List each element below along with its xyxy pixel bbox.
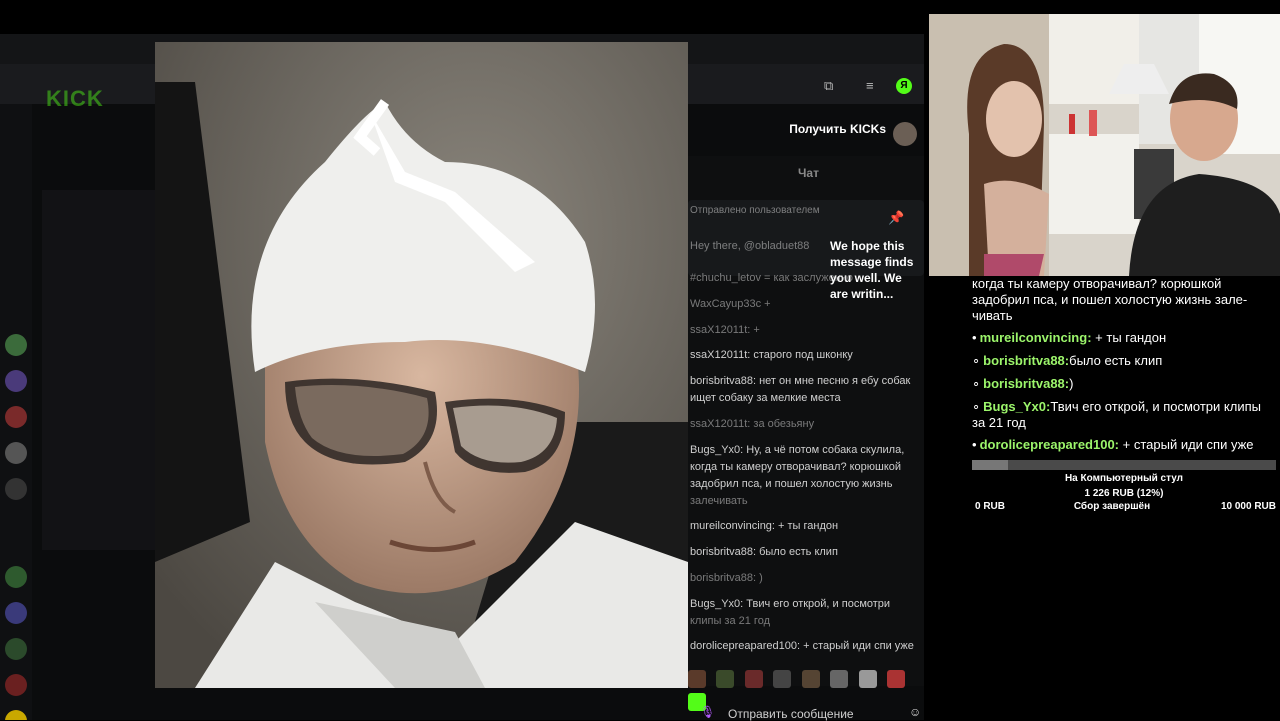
emote-icon[interactable] — [801, 670, 820, 688]
overlay-chat-username: borisbritva88: — [983, 376, 1070, 391]
sidebar-channel-avatar[interactable] — [5, 602, 27, 624]
chat-message: dorolicepreapared100: + старый иди спи у… — [690, 640, 914, 652]
sidebar-channel-avatar[interactable] — [5, 478, 27, 500]
chat-message: ssaX12011t: старого под шконку — [690, 349, 853, 361]
chat-message: Bugs_Yx0: Ну, а чё потом собака скулила, — [690, 444, 905, 456]
webcam-overlay-man — [155, 42, 688, 688]
chat-message: mureilconvincing: + ты гандон — [690, 520, 839, 532]
chat-message: borisbritva88: ) — [690, 572, 763, 584]
sidebar-channel-avatar[interactable] — [5, 406, 27, 428]
goal-progress-track — [972, 460, 1276, 470]
bullet-icon: • — [972, 437, 977, 452]
sidebar-channel-avatar[interactable] — [5, 566, 27, 588]
microphone-icon[interactable]: 🎙 — [700, 705, 715, 719]
sidebar-channel-avatar[interactable] — [5, 674, 27, 696]
goal-status: Сбор завершён — [1073, 501, 1151, 512]
overlay-chat-username: dorolicepreapared100: — [979, 437, 1120, 452]
emote-icon[interactable] — [887, 670, 906, 688]
chat-message: #chuchu_letov = как заслуженно — [690, 272, 853, 284]
chat-message: borisbritva88: нет он мне песню я ебу со… — [690, 375, 911, 387]
kick-sidebar — [0, 104, 32, 720]
bullet-icon: ∘ — [972, 353, 981, 368]
emote-icon[interactable] — [688, 670, 706, 688]
emote-icon[interactable] — [744, 670, 763, 688]
emote-icon[interactable] — [773, 670, 792, 688]
overlay-chat-text: было есть клип — [1069, 353, 1163, 368]
chat-message: ищет собаку за мелкие места — [690, 392, 841, 404]
kick-logo[interactable]: KICK — [46, 86, 104, 112]
emote-bar — [688, 670, 924, 711]
chat-tab[interactable]: Чат — [798, 166, 819, 180]
sidebar-channel-avatar[interactable] — [5, 638, 27, 660]
overlay-chat-message: • dorolicepreapared100: + старый иди спи … — [972, 437, 1276, 453]
webcam-man-image — [155, 42, 688, 688]
overlay-chat-continuation: когда ты камеру отворачивал? корюшкой за… — [972, 276, 1248, 323]
chat-message: клипы за 21 год — [690, 615, 770, 627]
webcam-room-image — [929, 14, 1280, 276]
emote-icon[interactable] — [716, 670, 735, 688]
chat-message: borisbritva88: было есть клип — [690, 546, 838, 558]
user-avatar[interactable] — [893, 122, 917, 146]
overlay-chat-message: ∘ borisbritva88:) — [972, 376, 1276, 392]
goal-amount: 1 226 RUB (12%) — [1084, 488, 1164, 499]
overlay-chat-text: + старый иди спи уже — [1122, 437, 1254, 452]
emoji-icon[interactable]: ☺ — [909, 705, 921, 719]
overlay-chat-message: • mureilconvincing: + ты гандон — [972, 330, 1276, 346]
chat-message: ssaX12011t: за обезьяну — [690, 418, 815, 430]
emote-icon[interactable] — [858, 670, 877, 688]
bullet-icon: • — [972, 330, 977, 345]
profile-avatar[interactable]: Я — [896, 78, 912, 94]
sidebar-channel-avatar[interactable] — [5, 334, 27, 356]
overlay-chat-message: ∘ Bugs_Yx0:Твич его открой, и посмотри кл… — [972, 399, 1276, 431]
overlay-chat-text: + ты гандон — [1095, 330, 1167, 345]
chat-input-placeholder: Отправить сообщение — [728, 707, 854, 721]
overlay-chat-username: borisbritva88: — [983, 353, 1070, 368]
get-kicks-button[interactable]: Получить KICKs — [768, 122, 886, 140]
overlay-chat-username: mureilconvincing: — [979, 330, 1092, 345]
overlay-chat-text: ) — [1069, 376, 1074, 391]
goal-title: На Компьютерный стул — [1064, 473, 1184, 484]
sidebar-channel-avatar[interactable] — [5, 442, 27, 464]
chat-message: WaxCayup33c + — [690, 298, 771, 310]
emote-icon[interactable] — [830, 670, 849, 688]
bullet-icon: ∘ — [972, 399, 981, 414]
extensions-icon[interactable]: ⧉ — [824, 78, 833, 94]
sidebar-channel-avatar[interactable] — [5, 710, 27, 720]
chat-message: когда ты камеру отворачивал? корюшкой — [690, 461, 902, 473]
playlist-icon[interactable]: ≡ — [866, 78, 874, 93]
overlay-chat-username: Bugs_Yx0: — [983, 399, 1051, 414]
chat-message: залечивать — [690, 495, 748, 507]
goal-max: 10 000 RUB — [1220, 501, 1276, 512]
chat-message: Bugs_Yx0: Твич его открой, и посмотри — [690, 598, 891, 610]
goal-min: 0 RUB — [975, 501, 1006, 512]
webcam-overlay-room — [929, 14, 1280, 276]
chat-message: Hey there, @obladuet88 — [690, 240, 810, 252]
bullet-icon: ∘ — [972, 376, 981, 391]
chat-message: ssaX12011t: + — [690, 324, 760, 336]
pin-icon[interactable]: 📌 — [888, 210, 904, 226]
sidebar-channel-avatar[interactable] — [5, 370, 27, 392]
chat-message: задобрил пса, и пошел холостую жизнь — [690, 478, 893, 490]
goal-progress-fill — [972, 460, 1008, 470]
overlay-chat-message: ∘ borisbritva88:было есть клип — [972, 353, 1276, 369]
